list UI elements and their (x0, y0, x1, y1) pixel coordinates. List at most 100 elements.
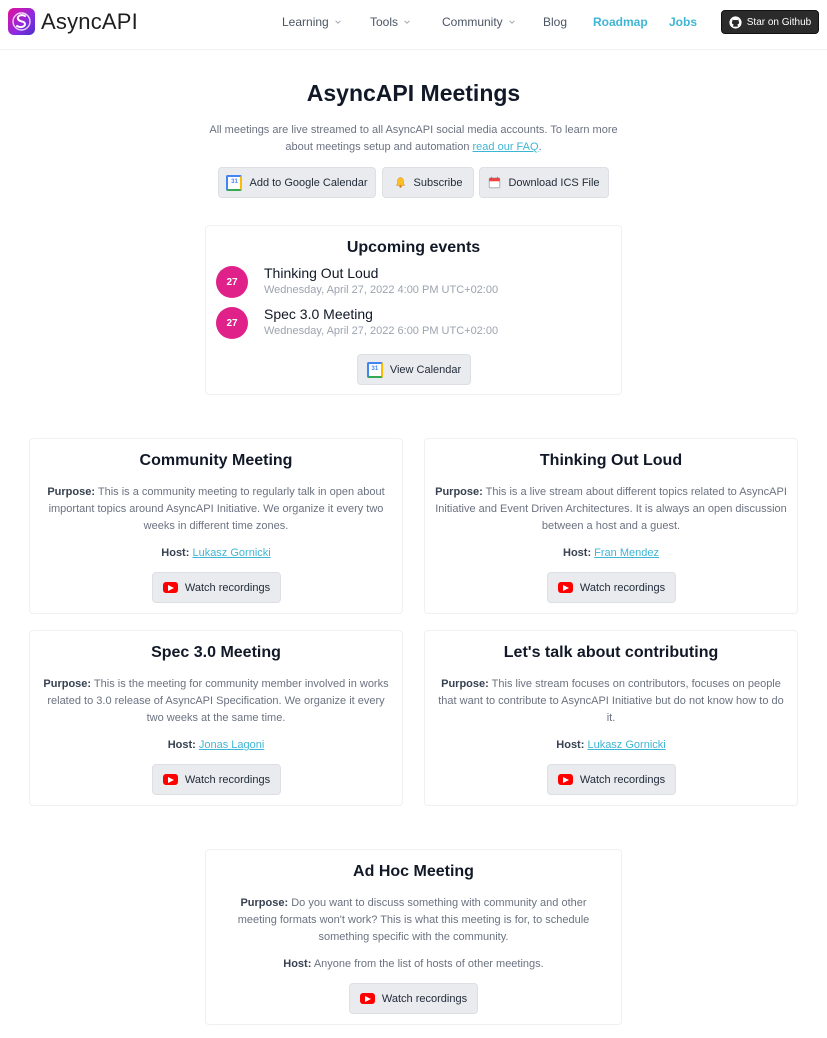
add-to-google-calendar-button[interactable]: 31 Add to Google Calendar (218, 167, 376, 198)
host-label: Host: (161, 547, 190, 559)
event-name: Spec 3.0 Meeting (264, 306, 373, 322)
event-day-badge: 27 (216, 266, 248, 298)
view-calendar-button[interactable]: 31 View Calendar (357, 354, 471, 385)
logo-text: AsyncAPI (41, 8, 138, 34)
nav-roadmap[interactable]: Roadmap (593, 15, 648, 29)
meeting-purpose: Purpose: This is the meeting for communi… (40, 676, 392, 727)
purpose-text: This is a community meeting to regularly… (48, 486, 385, 532)
watch-recordings-label: Watch recordings (579, 581, 666, 594)
nav-tools-label: Tools (370, 15, 399, 29)
watch-recordings-label: Watch recordings (184, 581, 271, 594)
meeting-host: Host: Jonas Lagoni (30, 739, 402, 751)
nav-jobs-label: Jobs (669, 15, 698, 29)
intro-end: . (538, 141, 542, 153)
meeting-purpose: Purpose: Do you want to discuss somethin… (224, 895, 603, 946)
intro-body: All meetings are live streamed to all As… (209, 124, 618, 153)
nav-learning-label: Learning (282, 15, 329, 29)
chevron-down-icon (404, 20, 410, 24)
host-label: Host: (167, 739, 196, 751)
watch-recordings-button[interactable]: Watch recordings (547, 764, 676, 795)
asyncapi-logo[interactable]: AsyncAPI (8, 8, 138, 35)
star-on-github-button[interactable]: Star on Github (721, 10, 819, 34)
watch-recordings-button[interactable]: Watch recordings (547, 572, 676, 603)
youtube-icon (359, 993, 375, 1004)
google-button-label: Add to Google Calendar (249, 176, 368, 189)
top-navbar: AsyncAPI Learning Tools Community Blog R… (0, 0, 827, 50)
ics-button-label: Download ICS File (508, 176, 600, 189)
watch-recordings-button[interactable]: Watch recordings (152, 764, 281, 795)
meeting-card-community: Community Meeting Purpose: This is a com… (29, 438, 403, 614)
purpose-text: This is the meeting for community member… (47, 678, 389, 724)
nav-jobs[interactable]: Jobs (669, 15, 697, 29)
nav-community-label: Community (442, 15, 503, 29)
github-icon (729, 15, 742, 29)
meeting-title: Community Meeting (139, 452, 293, 469)
meeting-title: Spec 3.0 Meeting (151, 644, 281, 661)
event-date: Wednesday, April 27, 2022 6:00 PM UTC+02… (264, 325, 499, 337)
nav-learning[interactable]: Learning (282, 15, 342, 29)
host-link[interactable]: Jonas Lagoni (199, 739, 264, 751)
host-link[interactable]: Fran Mendez (594, 547, 659, 559)
nav-blog[interactable]: Blog (543, 15, 567, 29)
event-date: Wednesday, April 27, 2022 4:00 PM UTC+02… (264, 284, 499, 296)
download-ics-button[interactable]: Download ICS File (479, 167, 609, 198)
host-text: Anyone from the list of hosts of other m… (311, 958, 544, 970)
event-day-badge: 27 (216, 307, 248, 339)
meeting-purpose: Purpose: This is a live stream about dif… (435, 484, 787, 535)
host-label: Host: (283, 958, 312, 970)
purpose-text: This is a live stream about different to… (435, 486, 787, 532)
subscribe-button-label: Subscribe (413, 176, 463, 189)
youtube-icon (557, 582, 573, 593)
view-calendar-label: View Calendar (389, 363, 462, 376)
meeting-host: Host: Lukasz Gornicki (30, 547, 402, 559)
bell-icon (395, 177, 405, 188)
watch-recordings-label: Watch recordings (184, 773, 271, 786)
meeting-purpose: Purpose: This live stream focuses on con… (435, 676, 787, 727)
meeting-title: Thinking Out Loud (539, 452, 683, 469)
nav-blog-label: Blog (543, 15, 568, 29)
purpose-label: Purpose: (47, 486, 96, 498)
host-label: Host: (563, 547, 592, 559)
meeting-purpose: Purpose: This is a community meeting to … (40, 484, 392, 535)
meeting-host: Host: Fran Mendez (425, 547, 797, 559)
meeting-card-contributing: Let's talk about contributing Purpose: T… (424, 630, 798, 806)
purpose-label: Purpose: (240, 897, 289, 909)
event-name: Thinking Out Loud (264, 265, 379, 281)
watch-recordings-button[interactable]: Watch recordings (152, 572, 281, 603)
nav-tools[interactable]: Tools (370, 15, 411, 29)
watch-recordings-button[interactable]: Watch recordings (349, 983, 478, 1014)
github-button-label: Star on Github (746, 16, 812, 28)
purpose-text: This live stream focuses on contributors… (438, 678, 784, 724)
faq-link[interactable]: read our FAQ (473, 141, 539, 153)
meeting-host: Host: Anyone from the list of hosts of o… (206, 958, 621, 970)
chevron-down-icon (334, 20, 341, 24)
upcoming-events-title: Upcoming events (346, 239, 481, 256)
asyncapi-logo-icon (8, 8, 35, 35)
watch-recordings-label: Watch recordings (579, 773, 666, 786)
meeting-title: Let's talk about contributing (503, 644, 719, 661)
watch-recordings-label: Watch recordings (381, 992, 468, 1005)
meeting-host: Host: Lukasz Gornicki (425, 739, 797, 751)
upcoming-events-panel: Upcoming events 27 Thinking Out Loud Wed… (205, 225, 622, 395)
host-link[interactable]: Lukasz Gornicki (587, 739, 665, 751)
google-calendar-icon: 31 (366, 361, 383, 378)
google-calendar-icon: 31 (226, 174, 243, 191)
page-title: AsyncAPI Meetings (306, 80, 521, 106)
purpose-label: Purpose: (43, 678, 92, 690)
subscribe-button[interactable]: Subscribe (382, 167, 474, 198)
intro-text: All meetings are live streamed to all As… (208, 122, 619, 156)
youtube-icon (162, 582, 178, 593)
meeting-card-ad-hoc: Ad Hoc Meeting Purpose: Do you want to d… (205, 849, 622, 1025)
purpose-label: Purpose: (441, 678, 489, 690)
host-label: Host: (556, 739, 585, 751)
chevron-down-icon (508, 20, 515, 24)
youtube-icon (162, 774, 178, 785)
meeting-title: Ad Hoc Meeting (353, 863, 474, 880)
nav-community[interactable]: Community (442, 15, 516, 29)
host-link[interactable]: Lukasz Gornicki (192, 547, 270, 559)
calendar-icon (489, 176, 501, 189)
nav-roadmap-label: Roadmap (593, 15, 648, 29)
purpose-text: Do you want to discuss something with co… (237, 897, 590, 943)
youtube-icon (557, 774, 573, 785)
meeting-card-spec-3: Spec 3.0 Meeting Purpose: This is the me… (29, 630, 403, 806)
